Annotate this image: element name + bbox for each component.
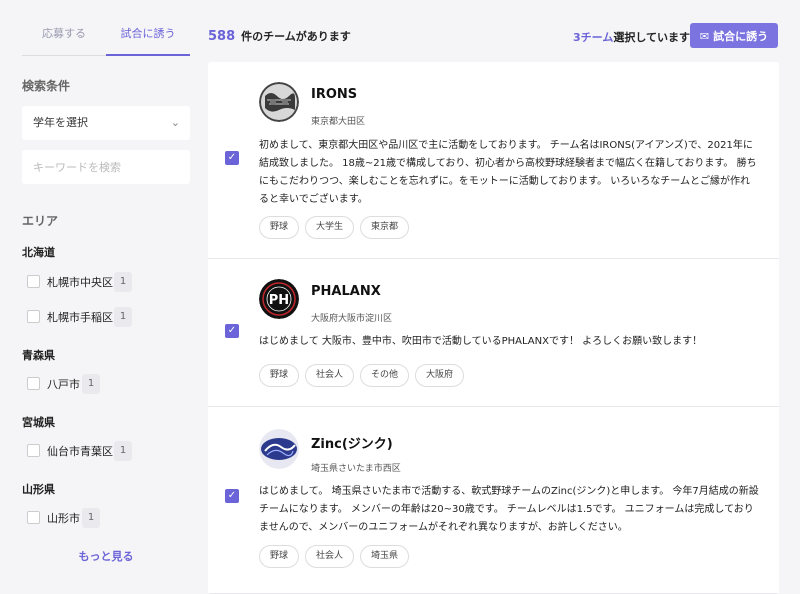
invite-button-label: 試合に誘う xyxy=(713,29,769,43)
pref-label: 青森県 xyxy=(22,349,55,362)
city-name: 札幌市中央区 xyxy=(47,276,113,289)
tab-invite[interactable]: 試合に誘う xyxy=(106,22,190,56)
team-count-number: 588 xyxy=(208,29,236,44)
team-count: 588 件のチームがあります xyxy=(208,28,351,44)
team-card[interactable]: Zinc(ジンク) 埼玉県さいたま市西区 ✓ はじめまして。 埼玉県さいたま市で… xyxy=(208,407,779,594)
team-name[interactable]: PHALANX xyxy=(311,284,381,299)
team-count-label: 件のチームがあります xyxy=(241,30,351,43)
team-card[interactable]: IRONS 東京都大田区 ✓ 初めまして、東京都大田区や品川区で主に活動をしてお… xyxy=(208,62,779,259)
pref-label: 北海道 xyxy=(22,246,55,259)
selected-count: 3チーム xyxy=(573,31,614,44)
tag-list: 野球 社会人 その他 大阪府 xyxy=(259,364,465,387)
tab-bar: 応募する 試合に誘う xyxy=(22,22,190,56)
team-card[interactable]: PH PHALANX 大阪府大阪市淀川区 ✓ はじめまして 大阪市、豊中市、吹田… xyxy=(208,259,779,407)
grade-select-value: 学年を選択 xyxy=(33,116,88,129)
team-description: はじめまして。 埼玉県さいたま市で活動する、軟式野球チームのZinc(ジンク)と… xyxy=(259,486,759,533)
team-checkbox[interactable]: ✓ xyxy=(225,324,239,338)
team-location: 埼玉県さいたま市西区 xyxy=(311,464,401,474)
city-checkbox[interactable] xyxy=(27,444,40,457)
city-name: 八戸市 xyxy=(47,378,80,391)
tag: 埼玉県 xyxy=(360,545,410,568)
team-checkbox[interactable]: ✓ xyxy=(225,151,239,165)
city-count-badge: 1 xyxy=(82,508,100,528)
tag: 野球 xyxy=(259,216,300,239)
team-location: 大阪府大阪市淀川区 xyxy=(311,314,393,324)
irons-logo-icon xyxy=(259,82,299,122)
mail-icon: ✉ xyxy=(699,29,710,43)
tag: 大阪府 xyxy=(415,364,465,387)
tag: 社会人 xyxy=(305,545,355,568)
team-description: 初めまして、東京都大田区や品川区で主に活動をしております。 チーム名はIRONS… xyxy=(259,140,757,205)
city-count-badge: 1 xyxy=(82,374,100,394)
search-conditions-title: 検索条件 xyxy=(22,79,71,93)
selected-status: 3チーム選択しています xyxy=(573,29,690,45)
team-description: はじめまして 大阪市、豊中市、吹田市で活動しているPHALANXです！ よろしく… xyxy=(259,336,703,347)
team-name[interactable]: IRONS xyxy=(311,87,357,102)
zinc-logo-icon xyxy=(259,429,299,469)
keyword-search-input[interactable] xyxy=(22,150,190,184)
pref-label: 宮城県 xyxy=(22,416,55,429)
team-location: 東京都大田区 xyxy=(311,117,366,127)
tag: 大学生 xyxy=(305,216,355,239)
grade-select[interactable]: 学年を選択 ⌄ xyxy=(22,106,190,140)
phalanx-logo-icon: PH xyxy=(259,279,299,319)
area-title: エリア xyxy=(22,214,59,228)
tag-list: 野球 大学生 東京都 xyxy=(259,216,410,239)
tag: その他 xyxy=(360,364,410,387)
tag: 東京都 xyxy=(360,216,410,239)
city-name: 仙台市青葉区 xyxy=(47,445,113,458)
pref-label: 山形県 xyxy=(22,483,55,496)
tag: 野球 xyxy=(259,364,300,387)
invite-button[interactable]: ✉ 試合に誘う xyxy=(690,23,778,48)
show-more-link[interactable]: もっと見る xyxy=(22,548,190,564)
city-count-badge: 1 xyxy=(114,307,132,327)
selected-label: 選択しています xyxy=(613,31,690,44)
city-count-badge: 1 xyxy=(114,272,132,292)
city-name: 山形市 xyxy=(47,512,80,525)
city-checkbox[interactable] xyxy=(27,310,40,323)
city-checkbox[interactable] xyxy=(27,377,40,390)
team-list: IRONS 東京都大田区 ✓ 初めまして、東京都大田区や品川区で主に活動をしてお… xyxy=(208,62,779,594)
tag: 野球 xyxy=(259,545,300,568)
city-name: 札幌市手稲区 xyxy=(47,311,113,324)
city-checkbox[interactable] xyxy=(27,275,40,288)
city-checkbox[interactable] xyxy=(27,511,40,524)
team-name[interactable]: Zinc(ジンク) xyxy=(311,433,393,452)
tag: 社会人 xyxy=(305,364,355,387)
tag-list: 野球 社会人 埼玉県 xyxy=(259,545,410,568)
tab-apply[interactable]: 応募する xyxy=(22,22,106,56)
sidebar: 応募する 試合に誘う 検索条件 学年を選択 ⌄ エリア 北海道 札幌市中央区 1… xyxy=(0,0,207,594)
team-checkbox[interactable]: ✓ xyxy=(225,489,239,503)
svg-text:PH: PH xyxy=(269,293,289,308)
chevron-down-icon: ⌄ xyxy=(170,116,180,129)
city-count-badge: 1 xyxy=(114,441,132,461)
